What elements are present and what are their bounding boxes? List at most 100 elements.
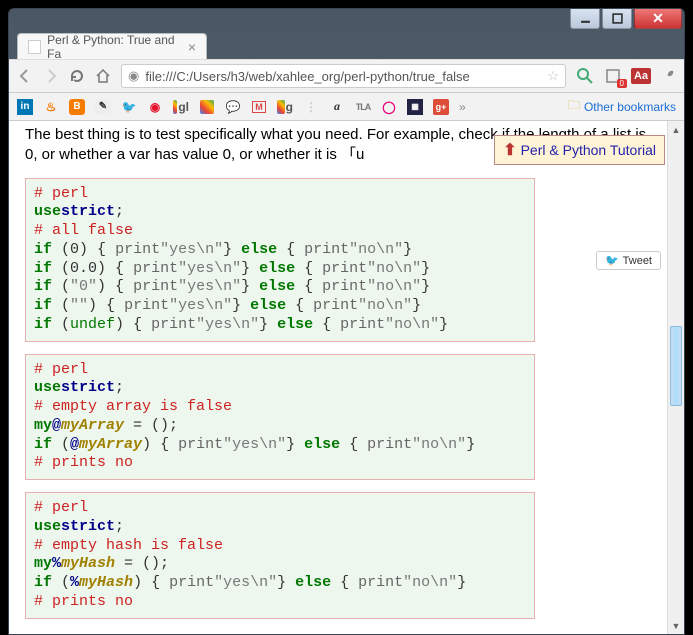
tutorial-nav-box[interactable]: ⬆ Perl & Python Tutorial <box>494 135 665 165</box>
bookmark-star-icon[interactable]: ☆ <box>547 68 559 84</box>
code-block-2: # perl usestrict; # empty array is false… <box>25 354 535 481</box>
favicon-icon <box>28 40 41 54</box>
code-text: } <box>457 574 466 591</box>
downloads-badge: 0 <box>617 79 627 88</box>
tab-strip: Perl & Python: True and Fa × <box>9 31 684 59</box>
bookmark-dark-icon[interactable]: ▦ <box>407 99 423 115</box>
code-comment: # empty hash is false <box>34 537 223 554</box>
code-var: myHash <box>79 574 133 591</box>
code-text: ( <box>52 436 70 453</box>
code-keyword: if <box>34 278 52 295</box>
tab-close-icon[interactable]: × <box>188 40 196 54</box>
wrench-menu-button[interactable] <box>660 68 676 84</box>
code-keyword: if <box>34 241 52 258</box>
code-text: { <box>340 436 367 453</box>
code-block-1: # perl usestrict; # all false if (0) { p… <box>25 178 535 342</box>
scroll-up-button[interactable]: ▲ <box>668 121 684 138</box>
page-content: The best thing is to test specifically w… <box>9 121 667 634</box>
other-bookmarks-label: Other bookmarks <box>584 100 676 114</box>
window-maximize-button[interactable] <box>602 9 632 29</box>
code-keyword: my <box>34 417 52 434</box>
code-func: print <box>367 436 412 453</box>
tweet-button[interactable]: 🐦 Tweet <box>596 251 661 270</box>
code-text: } <box>403 241 412 258</box>
scroll-down-button[interactable]: ▼ <box>668 617 684 634</box>
forward-button[interactable] <box>43 68 59 84</box>
bookmark-gmail-icon[interactable]: M <box>251 99 267 115</box>
code-string: "no\n" <box>385 316 439 333</box>
bookmark-livejournal-icon[interactable]: ✎ <box>95 99 111 115</box>
code-func: print <box>178 436 223 453</box>
bookmark-flame-icon[interactable]: ♨ <box>43 99 59 115</box>
tweet-label: Tweet <box>623 255 652 267</box>
tutorial-nav-link[interactable]: Perl & Python Tutorial <box>521 142 656 158</box>
code-string: "yes\n" <box>196 316 259 333</box>
up-arrow-icon: ⬆ <box>503 140 516 160</box>
scroll-track[interactable] <box>668 138 684 617</box>
bookmark-weibo-icon[interactable]: ◉ <box>147 99 163 115</box>
code-pragma: strict <box>61 518 115 535</box>
browser-window: ✕ Perl & Python: True and Fa × ◉ file://… <box>8 8 685 635</box>
code-func: print <box>340 316 385 333</box>
url-bar[interactable]: ◉ file:///C:/Users/h3/web/xahlee_org/per… <box>121 64 566 88</box>
code-string: "no\n" <box>367 278 421 295</box>
code-text: ( <box>52 574 70 591</box>
code-keyword: else <box>250 297 286 314</box>
code-block-3: # perl usestrict; # empty hash is false … <box>25 492 535 619</box>
bookmark-google-gl-icon[interactable]: gl <box>173 99 189 115</box>
page-viewport: The best thing is to test specifically w… <box>9 121 684 634</box>
code-func: print <box>322 278 367 295</box>
window-minimize-button[interactable] <box>570 9 600 29</box>
bookmark-blogger-icon[interactable]: B <box>69 99 85 115</box>
bookmark-amazon-icon[interactable]: a <box>329 99 345 115</box>
bookmark-twitter-icon[interactable]: 🐦 <box>121 99 137 115</box>
code-text: { <box>295 260 322 277</box>
code-text: } <box>277 574 295 591</box>
bookmark-tla-icon[interactable]: TLA <box>355 99 371 115</box>
window-close-button[interactable]: ✕ <box>634 9 682 29</box>
bookmark-gplus-icon[interactable]: g+ <box>433 99 449 115</box>
code-var: myArray <box>79 436 142 453</box>
code-text: ) { <box>115 316 151 333</box>
code-keyword: use <box>34 379 61 396</box>
bookmark-google-g-icon[interactable]: g <box>277 99 293 115</box>
code-text: ) { <box>142 436 178 453</box>
scroll-thumb[interactable] <box>670 326 682 406</box>
code-func: print <box>133 278 178 295</box>
code-func: print <box>151 316 196 333</box>
browser-tab[interactable]: Perl & Python: True and Fa × <box>17 33 207 59</box>
aa-extension-icon[interactable]: Aa <box>632 67 650 85</box>
code-func: print <box>313 297 358 314</box>
code-text: ) { <box>133 574 169 591</box>
back-button[interactable] <box>17 68 33 84</box>
code-string: "no\n" <box>349 241 403 258</box>
code-text: } <box>412 297 421 314</box>
downloads-button[interactable]: 0 <box>604 67 622 85</box>
bookmark-google-icon[interactable] <box>199 99 215 115</box>
code-func: print <box>115 241 160 258</box>
bookmark-linkedin-icon[interactable]: in <box>17 99 33 115</box>
code-string: "no\n" <box>412 436 466 453</box>
home-button[interactable] <box>95 68 111 84</box>
code-text: } <box>286 436 304 453</box>
code-text: ; <box>115 518 124 535</box>
code-sigil: @ <box>52 417 61 434</box>
code-keyword: else <box>295 574 331 591</box>
code-sigil: % <box>70 574 79 591</box>
bookmark-chat-icon[interactable]: 💬 <box>225 99 241 115</box>
reload-button[interactable] <box>69 68 85 84</box>
code-string: "no\n" <box>358 297 412 314</box>
bookmarks-overflow-icon[interactable]: » <box>459 100 466 114</box>
code-sigil: @ <box>70 436 79 453</box>
code-text: = (); <box>124 417 178 434</box>
code-keyword: else <box>259 260 295 277</box>
code-keyword: use <box>34 203 61 220</box>
code-text: ( <box>52 316 70 333</box>
vertical-scrollbar[interactable]: ▲ ▼ <box>667 121 684 634</box>
search-icon[interactable] <box>576 67 594 85</box>
other-bookmarks-button[interactable]: 🗀 Other bookmarks <box>568 96 676 117</box>
code-text: ) { <box>79 241 115 258</box>
code-text: { <box>286 297 313 314</box>
bookmark-pink-icon[interactable]: ◯ <box>381 99 397 115</box>
code-string: "yes\n" <box>178 260 241 277</box>
